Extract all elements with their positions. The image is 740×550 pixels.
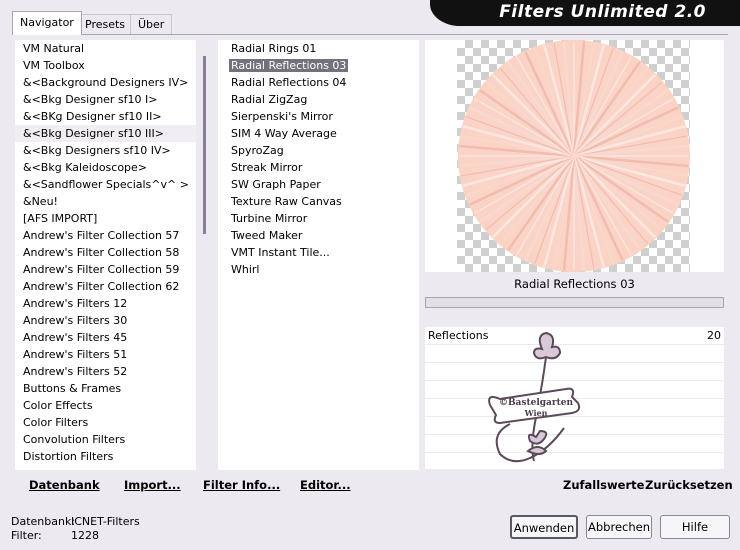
category-scrollbar[interactable] bbox=[196, 40, 214, 470]
category-item[interactable]: &<BKg Designer sf10 II> bbox=[15, 108, 196, 125]
category-item[interactable]: Andrew's Filter Collection 59 bbox=[15, 261, 196, 278]
watermark-line2: Wien bbox=[524, 408, 548, 418]
filter-count-value: 1228 bbox=[71, 529, 99, 542]
tab-navigator[interactable]: Navigator bbox=[12, 11, 82, 35]
filter-info-button[interactable]: Filter Info... bbox=[203, 478, 280, 492]
category-item[interactable]: Andrew's Filters 45 bbox=[15, 329, 196, 346]
category-scroll-thumb[interactable] bbox=[203, 56, 206, 234]
category-item[interactable]: &Neu! bbox=[15, 193, 196, 210]
category-item[interactable]: &<Background Designers IV> bbox=[15, 74, 196, 91]
filter-item[interactable]: Radial Rings 01 bbox=[218, 40, 419, 57]
category-item[interactable]: &<Bkg Designer sf10 III> bbox=[15, 125, 196, 142]
help-button[interactable]: Hilfe bbox=[660, 515, 730, 539]
filter-item[interactable]: SW Graph Paper bbox=[218, 176, 419, 193]
category-item[interactable]: Andrew's Filter Collection 58 bbox=[15, 244, 196, 261]
category-item[interactable]: &<Bkg Designers sf10 IV> bbox=[15, 142, 196, 159]
editor-button[interactable]: Editor... bbox=[300, 478, 351, 492]
category-item[interactable]: Andrew's Filter Collection 62 bbox=[15, 278, 196, 295]
filter-item[interactable]: Radial Reflections 04 bbox=[218, 74, 419, 91]
category-item[interactable]: Andrew's Filters 30 bbox=[15, 312, 196, 329]
randomize-button[interactable]: Zufallswerte bbox=[563, 478, 644, 492]
tab-ueber[interactable]: Über bbox=[130, 14, 173, 34]
category-item[interactable]: &<Bkg Kaleidoscope> bbox=[15, 159, 196, 176]
filter-item[interactable]: Whirl bbox=[218, 261, 419, 278]
category-item[interactable]: Color Filters bbox=[15, 414, 196, 431]
category-item[interactable]: Buttons & Frames bbox=[15, 380, 196, 397]
reset-button[interactable]: Zurücksetzen bbox=[645, 478, 733, 492]
category-item[interactable]: Convolution Filters bbox=[15, 431, 196, 448]
filter-item[interactable]: VMT Instant Tile... bbox=[218, 244, 419, 261]
category-item[interactable]: Andrew's Filters 51 bbox=[15, 346, 196, 363]
preview-image bbox=[458, 40, 690, 272]
filter-item[interactable]: Tweed Maker bbox=[218, 227, 419, 244]
filter-count-label: Filter: bbox=[11, 529, 42, 542]
category-item[interactable]: Andrew's Filters 12 bbox=[15, 295, 196, 312]
filter-item[interactable]: SpyroZag bbox=[218, 142, 419, 159]
progress-bar bbox=[425, 297, 724, 308]
category-item[interactable]: [AFS IMPORT] bbox=[15, 210, 196, 227]
preview-filter-name: Radial Reflections 03 bbox=[425, 273, 724, 295]
db-value: ICNET-Filters bbox=[71, 515, 140, 528]
bastelgarten-watermark: ©Bastelgarten Wien bbox=[488, 331, 581, 463]
title-banner: Filters Unlimited 2.0 bbox=[430, 0, 740, 26]
cancel-button[interactable]: Abbrechen bbox=[586, 515, 652, 539]
filter-item[interactable]: Turbine Mirror bbox=[218, 210, 419, 227]
filter-item[interactable]: Sierpenski's Mirror bbox=[218, 108, 419, 125]
app-title: Filters Unlimited 2.0 bbox=[499, 2, 706, 22]
apply-button[interactable]: Anwenden bbox=[510, 515, 578, 539]
category-item[interactable]: &<Bkg Designer sf10 I> bbox=[15, 91, 196, 108]
filter-item[interactable]: SIM 4 Way Average bbox=[218, 125, 419, 142]
filter-item-label: Radial Reflections 03 bbox=[229, 59, 349, 72]
category-item[interactable]: &<Sandflower Specials^v^ > bbox=[15, 176, 196, 193]
db-label: Datenbank: bbox=[11, 515, 76, 528]
import-button[interactable]: Import... bbox=[124, 478, 181, 492]
tab-presets[interactable]: Presets bbox=[77, 14, 134, 34]
filter-list[interactable]: Radial Rings 01 Radial Reflections 03 Radi… bbox=[218, 40, 419, 470]
preview-pane bbox=[425, 40, 724, 272]
filter-item[interactable]: Radial ZigZag bbox=[218, 91, 419, 108]
watermark-line1: ©Bastelgarten bbox=[499, 398, 574, 408]
category-item[interactable]: Andrew's Filter Collection 57 bbox=[15, 227, 196, 244]
category-item[interactable]: Color Effects bbox=[15, 397, 196, 414]
category-item[interactable]: VM Toolbox bbox=[15, 57, 196, 74]
datenbank-button[interactable]: Datenbank bbox=[29, 478, 100, 492]
parameter-panel: Reflections 20 ©Bastelgarten Wien bbox=[425, 327, 724, 469]
category-list[interactable]: VM Natural VM Toolbox &<Background Designe… bbox=[15, 40, 196, 470]
tab-divider bbox=[12, 34, 728, 35]
filter-item[interactable]: Streak Mirror bbox=[218, 159, 419, 176]
param-value[interactable]: 20 bbox=[707, 329, 721, 342]
category-item[interactable]: Andrew's Filters 52 bbox=[15, 363, 196, 380]
category-item[interactable]: VM Natural bbox=[15, 40, 196, 57]
category-item[interactable]: Distortion Filters bbox=[15, 448, 196, 465]
filter-item[interactable]: Texture Raw Canvas bbox=[218, 193, 419, 210]
filter-item[interactable]: Radial Reflections 03 bbox=[218, 57, 419, 74]
